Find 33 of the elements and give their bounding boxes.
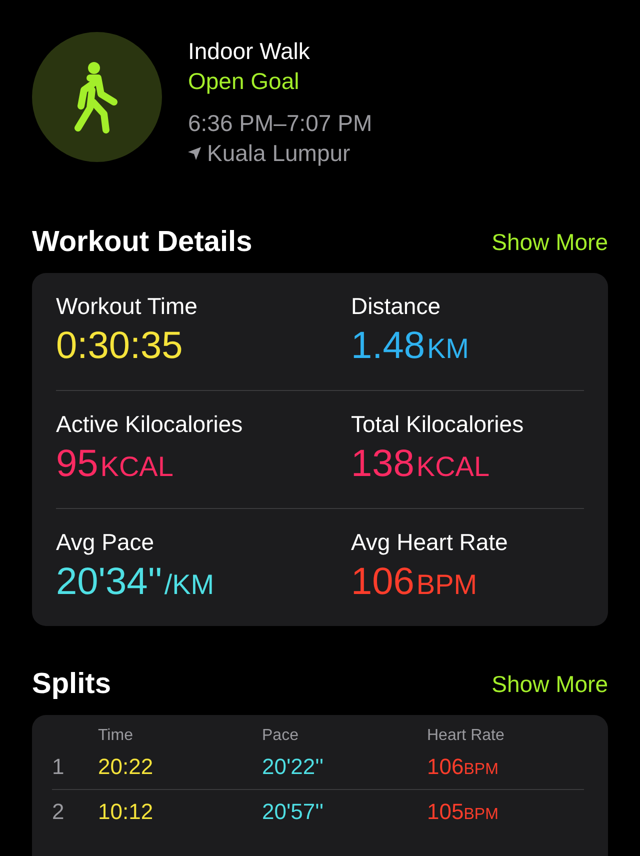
location-arrow-icon	[188, 146, 201, 160]
split-heart-rate: 106BPM	[427, 754, 500, 780]
workout-goal: Open Goal	[188, 67, 300, 96]
section-title: Workout Details	[32, 226, 252, 259]
split-time: 20:22	[98, 754, 154, 780]
metric-label: Distance	[351, 292, 440, 321]
column-header: Pace	[262, 727, 300, 745]
metric-label: Avg Pace	[56, 528, 154, 557]
split-number: 2	[52, 799, 66, 825]
metric-value: 1.48KM	[351, 324, 469, 369]
time-range: 6:36 PM–7:07 PM	[188, 109, 372, 138]
metric-label: Workout Time	[56, 292, 198, 321]
split-heart-rate: 105BPM	[427, 799, 500, 825]
location: Kuala Lumpur	[207, 139, 350, 168]
column-header: Time	[98, 727, 134, 745]
workout-title: Indoor Walk	[188, 37, 311, 66]
metric-value: 20'34''/KM	[56, 560, 214, 605]
walking-figure-icon	[74, 60, 120, 134]
split-time: 10:12	[98, 799, 154, 825]
column-header: Heart Rate	[427, 727, 506, 745]
metric-value: 138KCAL	[351, 442, 490, 487]
show-more-link[interactable]: Show More	[492, 229, 608, 256]
metric-label: Active Kilocalories	[56, 410, 243, 439]
metric-value: 0:30:35	[56, 324, 183, 369]
split-pace: 20'22''	[262, 754, 325, 780]
metric-value: 106BPM	[351, 560, 478, 605]
split-pace: 20'57''	[262, 799, 325, 825]
metric-label: Total Kilocalories	[351, 410, 524, 439]
split-number: 1	[52, 754, 66, 780]
metric-label: Avg Heart Rate	[351, 528, 508, 557]
show-more-link[interactable]: Show More	[492, 671, 608, 698]
metric-value: 95KCAL	[56, 442, 174, 487]
section-title: Splits	[32, 668, 111, 701]
